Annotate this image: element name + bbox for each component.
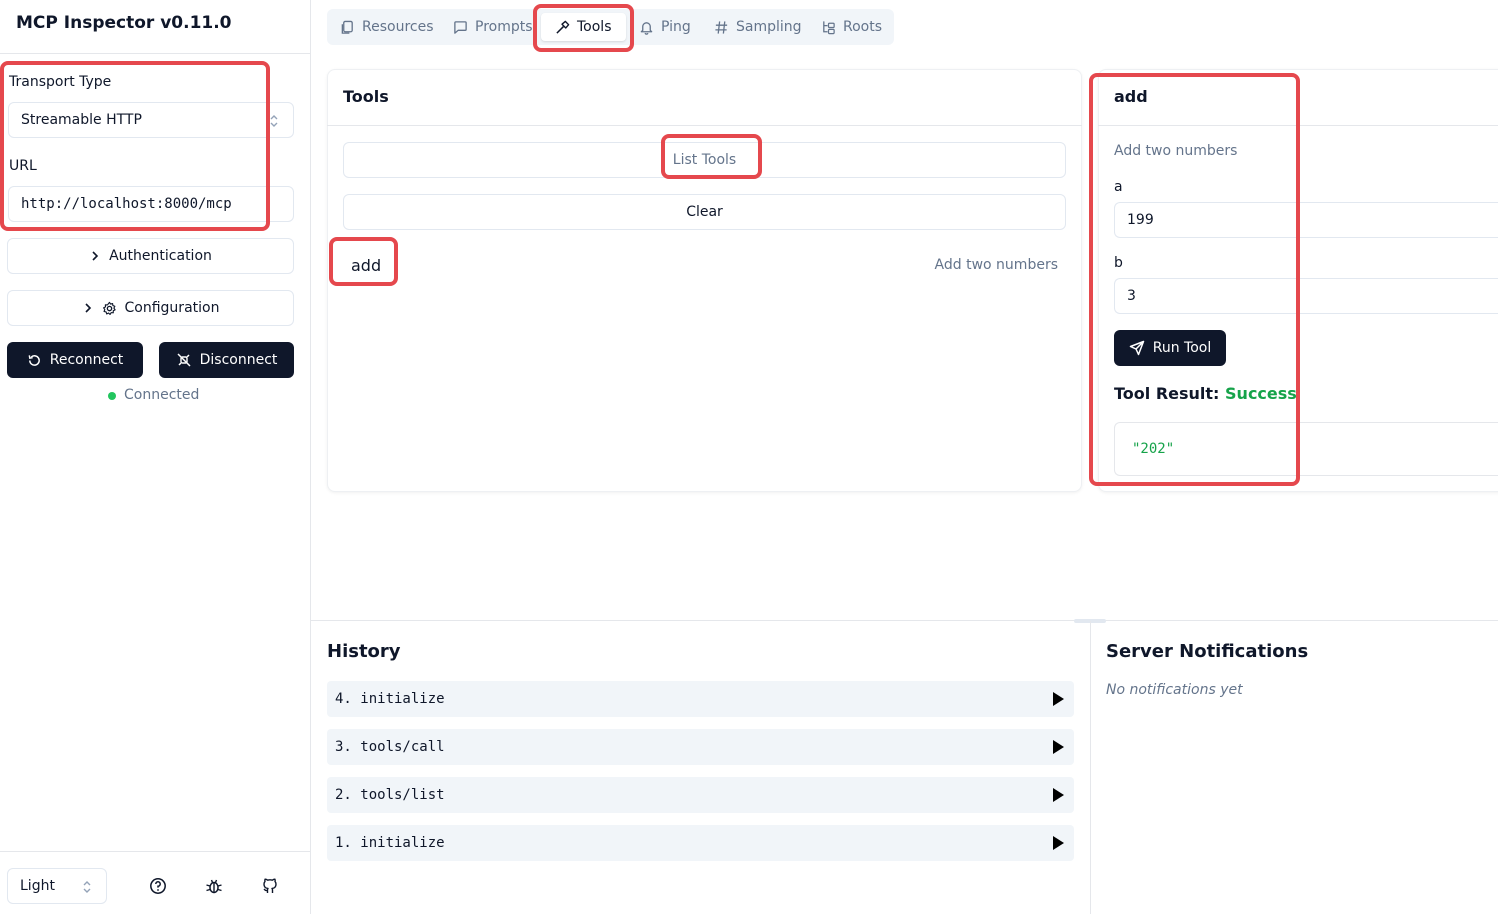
url-label: URL: [9, 158, 37, 174]
clear-button[interactable]: Clear: [343, 194, 1066, 230]
tool-name: add: [351, 256, 382, 275]
gear-icon: [102, 301, 117, 316]
tool-result-box: "202": [1114, 422, 1498, 476]
history-row[interactable]: 3. tools/call: [327, 729, 1074, 765]
param-b-label: b: [1114, 255, 1123, 271]
github-icon[interactable]: [261, 877, 279, 895]
run-tool-button[interactable]: Run Tool: [1114, 330, 1226, 366]
run-tool-label: Run Tool: [1152, 340, 1212, 356]
notifications-title: Server Notifications: [1106, 641, 1309, 662]
tab-label: Prompts: [475, 19, 533, 35]
footer-divider: [0, 851, 310, 852]
tab-tools[interactable]: Tools: [541, 13, 626, 41]
tab-sampling[interactable]: Sampling: [714, 9, 802, 45]
clear-label: Clear: [686, 204, 723, 220]
play-icon: [1053, 788, 1064, 802]
tool-description: Add two numbers: [934, 257, 1058, 273]
rotate-ccw-icon: [27, 353, 42, 368]
message-square-icon: [453, 20, 468, 35]
url-input[interactable]: http://localhost:8000/mcp: [8, 186, 294, 222]
tool-result-value: "202": [1132, 441, 1175, 457]
sidebar-divider: [0, 53, 310, 54]
param-b-input[interactable]: 3: [1114, 278, 1498, 314]
transport-type-value: Streamable HTTP: [21, 112, 142, 128]
list-tools-button[interactable]: List Tools: [343, 142, 1066, 178]
hash-icon: [714, 20, 729, 35]
history-row[interactable]: 1. initialize: [327, 825, 1074, 861]
chevron-right-icon: [82, 302, 94, 314]
disconnect-button[interactable]: Disconnect: [159, 342, 294, 378]
chevron-right-icon: [89, 250, 101, 262]
tool-result-heading: Tool Result: Success: [1114, 384, 1297, 403]
status-dot: [108, 392, 116, 400]
list-tools-label: List Tools: [672, 152, 737, 168]
tool-result-label: Tool Result:: [1114, 384, 1220, 403]
tool-result-status: Success: [1225, 384, 1297, 403]
vertical-divider: [1090, 621, 1091, 914]
theme-select[interactable]: Light: [7, 868, 107, 904]
tool-detail-title: add: [1114, 87, 1148, 106]
tool-list-item[interactable]: add Add two numbers: [335, 246, 1066, 286]
tool-detail-description: Add two numbers: [1114, 143, 1238, 159]
tab-label: Tools: [577, 19, 612, 35]
tab-roots[interactable]: Roots: [821, 9, 882, 45]
history-row[interactable]: 4. initialize: [327, 681, 1074, 717]
tab-label: Sampling: [736, 19, 802, 35]
tab-label: Ping: [661, 19, 691, 35]
tools-card-title: Tools: [343, 87, 389, 106]
tab-label: Resources: [362, 19, 434, 35]
tab-bar: Resources Prompts Tools Ping Sampling Ro…: [327, 9, 894, 45]
history-row[interactable]: 2. tools/list: [327, 777, 1074, 813]
chevron-updown-icon: [82, 880, 92, 894]
reconnect-label: Reconnect: [49, 352, 124, 368]
history-row-label: 1. initialize: [335, 835, 445, 851]
authentication-label: Authentication: [109, 248, 212, 264]
play-icon: [1053, 740, 1064, 754]
tab-prompts[interactable]: Prompts: [453, 9, 533, 45]
transport-type-select[interactable]: Streamable HTTP: [8, 102, 294, 138]
folder-tree-icon: [821, 20, 836, 35]
configuration-label: Configuration: [124, 300, 220, 316]
history-title: History: [327, 641, 401, 662]
files-icon: [340, 20, 355, 35]
disconnect-label: Disconnect: [199, 352, 278, 368]
param-a-label: a: [1114, 179, 1123, 195]
bell-icon: [639, 20, 654, 35]
chevron-updown-icon: [269, 114, 279, 128]
unplug-icon: [176, 352, 192, 368]
configuration-button[interactable]: Configuration: [7, 290, 294, 326]
tab-resources[interactable]: Resources: [340, 9, 434, 45]
play-icon: [1053, 692, 1064, 706]
tab-label: Roots: [843, 19, 883, 35]
bug-icon[interactable]: [205, 877, 223, 895]
tool-detail-divider: [1098, 125, 1498, 126]
hammer-icon: [555, 20, 570, 35]
reconnect-button[interactable]: Reconnect: [7, 342, 143, 378]
tools-card-divider: [327, 125, 1082, 126]
help-icon[interactable]: [149, 877, 167, 895]
history-row-label: 3. tools/call: [335, 739, 445, 755]
panel-divider: [311, 620, 1498, 621]
authentication-button[interactable]: Authentication: [7, 238, 294, 274]
play-icon: [1053, 836, 1064, 850]
param-a-input[interactable]: 199: [1114, 202, 1498, 238]
tab-ping[interactable]: Ping: [639, 9, 691, 45]
sidebar: MCP Inspector v0.11.0 Transport Type Str…: [0, 0, 311, 914]
app-title: MCP Inspector v0.11.0: [16, 13, 232, 33]
connection-status: Connected: [124, 387, 200, 403]
send-icon: [1129, 340, 1145, 356]
history-row-label: 2. tools/list: [335, 787, 445, 803]
theme-value: Light: [20, 878, 55, 894]
transport-type-label: Transport Type: [9, 74, 112, 90]
history-row-label: 4. initialize: [335, 691, 445, 707]
notifications-empty: No notifications yet: [1106, 682, 1243, 698]
